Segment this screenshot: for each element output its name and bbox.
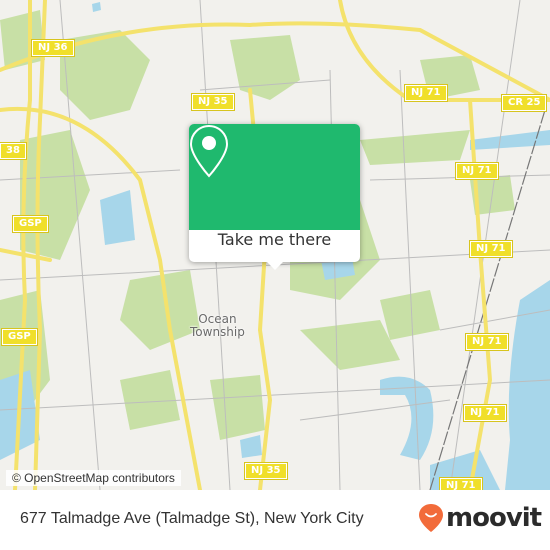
road-shield-nj-71: NJ 71 (439, 477, 483, 490)
map-pin-icon (189, 124, 229, 178)
address-text: 677 Talmadge Ave (Talmadge St), New York… (20, 510, 364, 527)
road-shield-nj-71: NJ 71 (463, 404, 507, 422)
map[interactable]: NJ 36 NJ 35 NJ 71 CR 25 NJ 71 NJ 71 NJ 7… (0, 0, 550, 490)
road-shield-gsp: GSP (12, 215, 49, 233)
take-me-there-button[interactable]: Take me there (189, 230, 360, 262)
road-shield-nj-35: NJ 35 (244, 462, 288, 480)
road-shield-nj-71: NJ 71 (404, 84, 448, 102)
road-shield-cr-25: CR 25 (500, 94, 548, 112)
road-shield-nj-35: NJ 35 (191, 93, 235, 111)
road-shield-nj-71: NJ 71 (455, 162, 499, 180)
moovit-wordmark: moovit (446, 503, 542, 533)
place-label-ocean-township: Ocean Township (190, 312, 245, 339)
road-shield-nj-71: NJ 71 (465, 333, 509, 351)
moovit-logo[interactable]: moovit (418, 503, 542, 533)
footer: 677 Talmadge Ave (Talmadge St), New York… (0, 490, 550, 550)
moovit-pin-icon (419, 504, 443, 532)
take-me-there-popup[interactable]: Take me there (189, 124, 360, 270)
road-shield-38: 38 (0, 142, 27, 160)
popup-tail (267, 262, 283, 270)
road-shield-nj-71: NJ 71 (469, 240, 513, 258)
popup-header[interactable] (189, 124, 360, 230)
road-shield-gsp: GSP (1, 328, 38, 346)
osm-attribution[interactable]: © OpenStreetMap contributors (6, 470, 181, 486)
road-shield-nj-36: NJ 36 (31, 39, 75, 57)
